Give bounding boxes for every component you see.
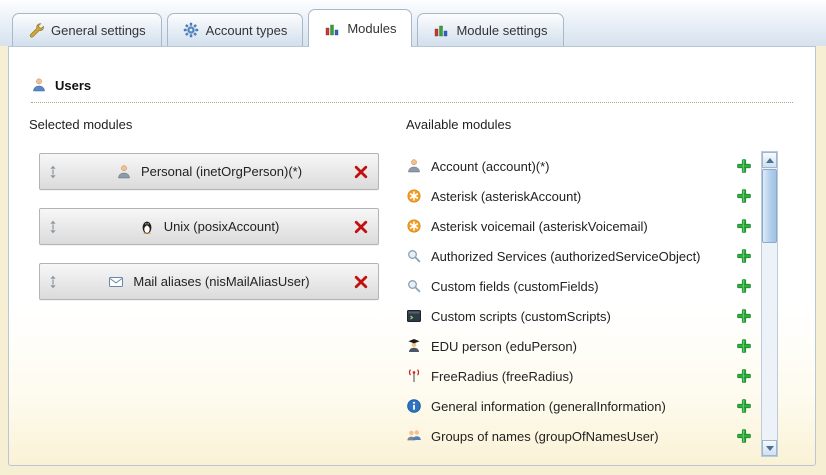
tab-label: General settings [51, 23, 146, 38]
available-module-row: EDU person (eduPerson) [406, 331, 758, 361]
magnifier-icon [406, 248, 422, 264]
module-label: Account (account)(*) [431, 159, 550, 174]
add-module-button[interactable] [736, 308, 752, 324]
selected-module-row: Personal (inetOrgPerson)(*) [39, 153, 379, 190]
module-label: Authorized Services (authorizedServiceOb… [431, 249, 701, 264]
magnifier-icon [406, 278, 422, 294]
module-label: Unix (posixAccount) [164, 219, 280, 234]
info-icon [406, 398, 422, 414]
scrollbar-thumb[interactable] [762, 169, 777, 243]
remove-module-button[interactable] [353, 274, 369, 290]
drag-handle-icon[interactable] [45, 219, 61, 235]
add-module-button[interactable] [736, 368, 752, 384]
module-label: Mail aliases (nisMailAliasUser) [133, 274, 309, 289]
freeradius-icon [406, 368, 422, 384]
add-module-button[interactable] [736, 278, 752, 294]
module-label: FreeRadius (freeRadius) [431, 369, 573, 384]
tab-label: Account types [206, 23, 288, 38]
available-module-row: Groups of names (groupOfNamesUser) [406, 421, 758, 451]
add-module-button[interactable] [736, 428, 752, 444]
tab-account-types[interactable]: Account types [167, 13, 304, 46]
section-title: Users [55, 78, 91, 93]
mail-icon [108, 274, 124, 290]
add-module-button[interactable] [736, 338, 752, 354]
add-module-button[interactable] [736, 218, 752, 234]
available-module-row: Authorized Services (authorizedServiceOb… [406, 241, 758, 271]
tab-bar: General settings Account types Modules Modu… [0, 0, 826, 46]
module-label: Groups of names (groupOfNamesUser) [431, 429, 659, 444]
remove-module-button[interactable] [353, 164, 369, 180]
asterisk-icon [406, 188, 422, 204]
drag-handle-icon[interactable] [45, 164, 61, 180]
selected-modules-heading: Selected modules [29, 117, 132, 132]
available-module-row: Asterisk voicemail (asteriskVoicemail) [406, 211, 758, 241]
module-label: General information (generalInformation) [431, 399, 666, 414]
module-label: Personal (inetOrgPerson)(*) [141, 164, 302, 179]
account-icon [406, 158, 422, 174]
user-icon [31, 77, 47, 93]
module-settings-icon [433, 22, 449, 38]
tab-module-settings[interactable]: Module settings [417, 13, 563, 46]
add-module-button[interactable] [736, 158, 752, 174]
module-label: Asterisk voicemail (asteriskVoicemail) [431, 219, 648, 234]
add-module-button[interactable] [736, 188, 752, 204]
edu-person-icon [406, 338, 422, 354]
module-label: EDU person (eduPerson) [431, 339, 577, 354]
penguin-icon [139, 219, 155, 235]
available-modules-list: Account (account)(*) Asterisk (asteriskAc… [406, 151, 758, 451]
scroll-down-arrow-icon [766, 446, 774, 451]
module-label: Custom fields (customFields) [431, 279, 599, 294]
add-module-button[interactable] [736, 398, 752, 414]
remove-module-button[interactable] [353, 219, 369, 235]
section-header: Users [31, 77, 793, 103]
modules-panel: Users Selected modules Available modules… [8, 46, 816, 466]
tab-label: Modules [347, 21, 396, 36]
available-module-row: Asterisk (asteriskAccount) [406, 181, 758, 211]
available-module-row: Custom scripts (customScripts) [406, 301, 758, 331]
scroll-down-button[interactable] [762, 440, 777, 456]
available-module-row: General information (generalInformation) [406, 391, 758, 421]
tab-label: Module settings [456, 23, 547, 38]
available-module-row: Account (account)(*) [406, 151, 758, 181]
script-icon [406, 308, 422, 324]
gear-icon [183, 22, 199, 38]
scroll-up-button[interactable] [762, 152, 777, 168]
tab-modules[interactable]: Modules [308, 9, 412, 47]
scroll-up-arrow-icon [766, 158, 774, 163]
wrench-icon [28, 22, 44, 38]
module-label: Custom scripts (customScripts) [431, 309, 611, 324]
selected-modules-list: Personal (inetOrgPerson)(*) Unix (posixAc… [39, 153, 379, 300]
available-modules-heading: Available modules [406, 117, 511, 132]
available-modules-scrollbar[interactable] [761, 151, 778, 457]
asterisk-icon [406, 218, 422, 234]
selected-module-row: Unix (posixAccount) [39, 208, 379, 245]
module-label: Asterisk (asteriskAccount) [431, 189, 581, 204]
person-icon [116, 164, 132, 180]
lam-configuration-window: General settings Account types Modules Modu… [0, 0, 826, 475]
available-module-row: Custom fields (customFields) [406, 271, 758, 301]
modules-icon [324, 21, 340, 37]
add-module-button[interactable] [736, 248, 752, 264]
available-module-row: FreeRadius (freeRadius) [406, 361, 758, 391]
drag-handle-icon[interactable] [45, 274, 61, 290]
tab-general-settings[interactable]: General settings [12, 13, 162, 46]
group-icon [406, 428, 422, 444]
selected-module-row: Mail aliases (nisMailAliasUser) [39, 263, 379, 300]
